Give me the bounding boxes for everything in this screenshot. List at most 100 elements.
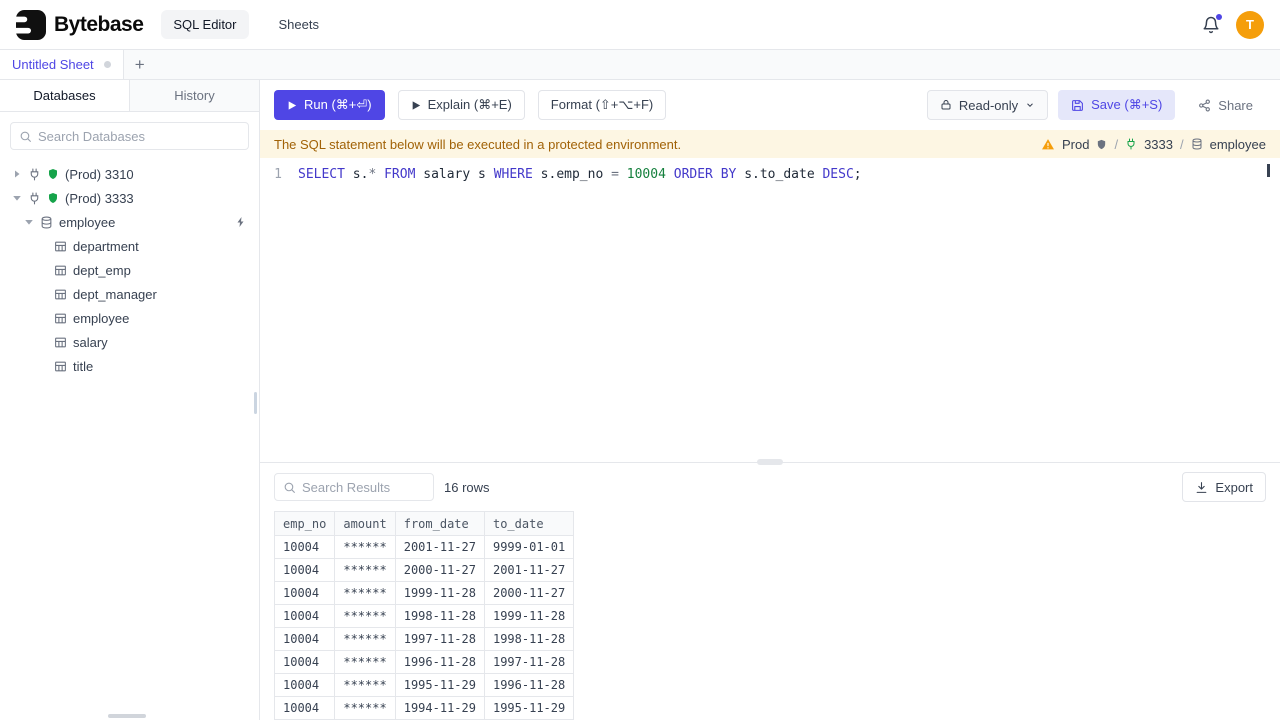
column-header-from_date[interactable]: from_date	[394, 511, 485, 536]
tree-item-department[interactable]: department	[0, 234, 259, 258]
table-cell[interactable]: 10004	[273, 604, 336, 628]
table-cell[interactable]: 10004	[273, 627, 336, 651]
panel-drag-handle[interactable]	[757, 459, 783, 465]
banner-message: The SQL statement below will be executed…	[274, 136, 682, 152]
column-header-amount[interactable]: amount	[334, 511, 396, 536]
tree-item-label: title	[73, 358, 94, 374]
table-cell[interactable]: 1999-11-28	[483, 604, 575, 628]
table-cell[interactable]: 1997-11-28	[394, 627, 485, 651]
table-icon	[54, 360, 67, 373]
tree-item-employee[interactable]: employee	[0, 210, 259, 234]
table-cell[interactable]: 1999-11-28	[394, 581, 485, 605]
table-row[interactable]: 10004 ****** 2000-11-27 2001-11-27	[273, 558, 575, 582]
instance-label[interactable]: 3333	[1144, 137, 1173, 152]
table-header-row: emp_no amount from_date to_date	[273, 511, 575, 536]
sheet-tab-bar: Untitled Sheet +	[0, 50, 1280, 80]
tree-item-dept_manager[interactable]: dept_manager	[0, 282, 259, 306]
table-cell[interactable]: 1995-11-29	[394, 673, 485, 697]
table-cell[interactable]: 1996-11-28	[483, 673, 575, 697]
sidebar: Databases History (Prod) 3310 (Prod) 3333…	[0, 80, 260, 720]
table-cell[interactable]: ******	[334, 673, 396, 697]
tree-item-label: department	[73, 238, 139, 254]
sidebar-tabs: Databases History	[0, 80, 259, 112]
notification-dot	[1216, 13, 1222, 20]
table-cell[interactable]: 10004	[273, 696, 336, 720]
table-cell[interactable]: 10004	[273, 535, 336, 559]
table-cell[interactable]: ******	[334, 558, 396, 582]
table-cell[interactable]: ******	[334, 581, 396, 605]
instance-icon	[1125, 138, 1137, 150]
nav-sheets[interactable]: Sheets	[267, 10, 331, 39]
tree-item-prod-3333[interactable]: (Prod) 3333	[0, 186, 259, 210]
caret-down-icon	[24, 217, 34, 227]
run-button[interactable]: Run (⌘+⏎)	[274, 90, 385, 120]
environment-label[interactable]: Prod	[1062, 137, 1089, 152]
share-button[interactable]: Share	[1185, 90, 1266, 120]
table-cell[interactable]: 10004	[273, 581, 336, 605]
table-cell[interactable]: 2000-11-27	[394, 558, 485, 582]
results-table: emp_no amount from_date to_date 10004 ******…	[273, 511, 575, 720]
table-row[interactable]: 10004 ****** 1998-11-28 1999-11-28	[273, 604, 575, 628]
results-search[interactable]	[274, 473, 434, 501]
table-cell[interactable]: 10004	[273, 558, 336, 582]
table-cell[interactable]: 1995-11-29	[483, 696, 575, 720]
sidebar-resize-handle[interactable]	[254, 392, 257, 414]
tree-item-employee[interactable]: employee	[0, 306, 259, 330]
tab-dirty-dot[interactable]	[103, 61, 111, 68]
notifications-bell-icon[interactable]	[1202, 13, 1222, 34]
readonly-mode-button[interactable]: Read-only	[926, 90, 1049, 120]
table-cell[interactable]: 1997-11-28	[483, 650, 575, 674]
column-header-to_date[interactable]: to_date	[483, 511, 575, 536]
table-cell[interactable]: ******	[334, 696, 396, 720]
table-cell[interactable]: 2000-11-27	[483, 581, 575, 605]
table-cell[interactable]: ******	[334, 604, 396, 628]
table-row[interactable]: 10004 ****** 1996-11-28 1997-11-28	[273, 650, 575, 674]
search-icon	[283, 481, 296, 494]
tree-item-dept_emp[interactable]: dept_emp	[0, 258, 259, 282]
nav-sql-editor[interactable]: SQL Editor	[161, 10, 249, 39]
brand[interactable]: Bytebase	[16, 9, 144, 40]
table-row[interactable]: 10004 ****** 1994-11-29 1995-11-29	[273, 696, 575, 720]
database-label[interactable]: employee	[1210, 137, 1266, 152]
table-row[interactable]: 10004 ****** 1995-11-29 1996-11-28	[273, 673, 575, 697]
editor-toolbar: Run (⌘+⏎) Explain (⌘+E) Format (⇧+⌥+F) R…	[260, 80, 1280, 130]
table-cell[interactable]: ******	[334, 650, 396, 674]
table-cell[interactable]: 10004	[273, 650, 336, 674]
table-cell[interactable]: 1998-11-28	[394, 604, 485, 628]
sidebar-hscrollbar[interactable]	[108, 714, 146, 718]
format-button[interactable]: Format (⇧+⌥+F)	[537, 90, 667, 120]
shield-icon	[47, 192, 59, 204]
column-header-emp_no[interactable]: emp_no	[273, 511, 336, 536]
table-icon	[54, 336, 67, 349]
tree-item-salary[interactable]: salary	[0, 330, 259, 354]
table-cell[interactable]: ******	[334, 535, 396, 559]
explain-button[interactable]: Explain (⌘+E)	[397, 90, 525, 120]
results-search-input[interactable]	[302, 479, 425, 495]
table-cell[interactable]: 1996-11-28	[394, 650, 485, 674]
table-cell[interactable]: 1994-11-29	[394, 696, 485, 720]
tab-history[interactable]: History	[130, 80, 259, 111]
tab-databases[interactable]: Databases	[0, 80, 130, 111]
tree-item-prod-3310[interactable]: (Prod) 3310	[0, 162, 259, 186]
main-area: Run (⌘+⏎) Explain (⌘+E) Format (⇧+⌥+F) R…	[260, 80, 1280, 720]
share-icon	[1198, 99, 1211, 112]
save-button[interactable]: Save (⌘+S)	[1058, 90, 1176, 120]
table-cell[interactable]: 10004	[273, 673, 336, 697]
table-cell[interactable]: 1998-11-28	[483, 627, 575, 651]
shield-icon	[47, 168, 59, 180]
tree-item-title[interactable]: title	[0, 354, 259, 378]
table-row[interactable]: 10004 ****** 1997-11-28 1998-11-28	[273, 627, 575, 651]
table-row[interactable]: 10004 ****** 1999-11-28 2000-11-27	[273, 581, 575, 605]
sql-editor[interactable]: 1 SELECT s.* FROM salary s WHERE s.emp_n…	[260, 158, 1280, 462]
table-cell[interactable]: 2001-11-27	[394, 535, 485, 559]
database-search[interactable]	[10, 122, 249, 150]
export-button[interactable]: Export	[1182, 472, 1266, 502]
table-row[interactable]: 10004 ****** 2001-11-27 9999-01-01	[273, 535, 575, 559]
table-cell[interactable]: 2001-11-27	[483, 558, 575, 582]
table-cell[interactable]: ******	[334, 627, 396, 651]
avatar[interactable]: T	[1236, 10, 1264, 39]
sheet-tab-untitled[interactable]: Untitled Sheet	[0, 50, 124, 79]
database-search-input[interactable]	[38, 128, 240, 144]
table-cell[interactable]: 9999-01-01	[483, 535, 575, 559]
add-sheet-button[interactable]: +	[124, 50, 156, 79]
